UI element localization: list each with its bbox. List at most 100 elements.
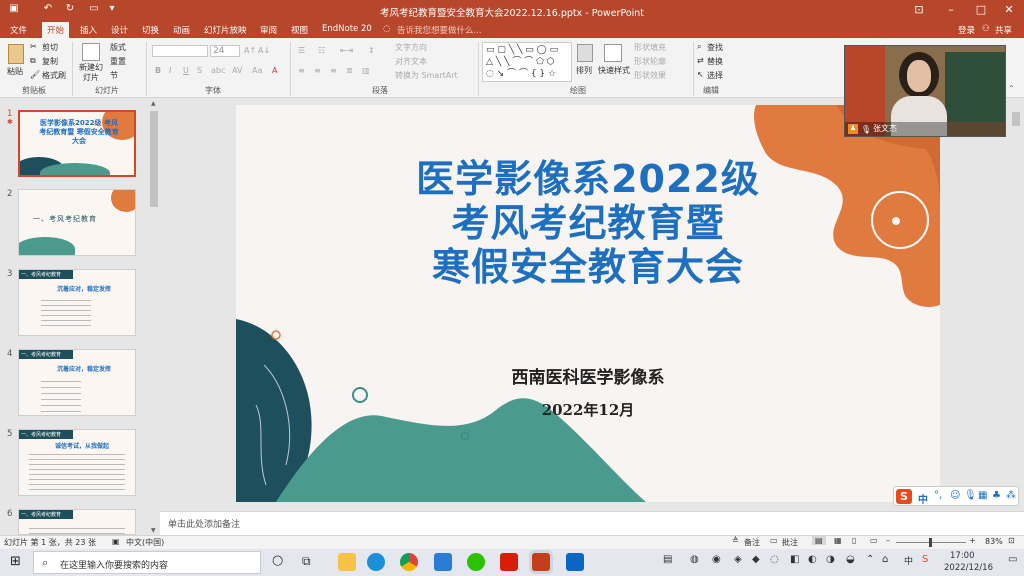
thumbnail-scrollbar[interactable]: ▲ ▼ [149,99,159,535]
windows-start-icon[interactable]: ⊞ [10,554,21,569]
bold-icon[interactable]: B [155,66,161,75]
arrange-icon[interactable] [577,44,593,62]
tray-app-icon[interactable]: ◉ [712,554,721,565]
quick-styles-icon[interactable] [604,44,622,62]
tray-app-icon[interactable]: ◍ [690,554,699,565]
tab-slideshow[interactable]: 幻灯片放映 [204,24,247,36]
quick-styles-button[interactable]: 快速样式 [598,65,630,76]
sogou-logo-icon[interactable]: S [896,489,912,504]
fit-slide-icon[interactable]: ⊡ [1008,536,1015,545]
layout-button[interactable]: 版式 [110,42,126,53]
wechat-icon[interactable] [467,553,485,571]
scroll-up-icon[interactable]: ▲ [151,100,156,107]
tray-app-icon[interactable]: ◐ [808,554,817,565]
maximize-icon[interactable]: □ [966,3,996,16]
format-painter-button[interactable]: 格式刷 [42,70,66,81]
smartart-button[interactable]: 转换为 SmartArt [395,70,458,81]
copy-button[interactable]: 复制 [42,56,58,67]
ribbon-display-icon[interactable]: ⊡ [904,3,934,16]
clock-time[interactable]: 17:00 [950,551,975,561]
shapes-gallery[interactable]: ▭ ▢ ╲ ╲ ▭ ◯ ▭ △ ╲ ╲ ⌒ ⌒ ⬠ ⬡ ◌ ↘ ⌒ ⌒ { } ☆ [482,42,572,82]
select-icon[interactable]: ↖ [697,70,704,79]
slide-canvas[interactable]: 医学影像系2022级 考风考纪教育暨 寒假安全教育大会 西南医科医学影像系 20… [236,105,940,502]
change-case-icon[interactable]: Aa [252,66,262,75]
slide-thumbnail[interactable]: 一、考风考纪教育 沉着应对，稳定发挥 [18,349,136,416]
tray-app-icon[interactable]: ◈ [734,554,742,565]
share-icon[interactable]: ⚇ [982,24,990,34]
paste-icon[interactable] [8,44,24,64]
slide-thumbnail[interactable]: 一、考风考纪教育 沉着应对，稳定发挥 [18,269,136,336]
strikethrough-icon[interactable]: abc [211,66,225,75]
cut-icon[interactable]: ✂ [30,42,37,51]
tab-animations[interactable]: 动画 [173,24,190,36]
line-spacing-icon[interactable]: ↕ [368,46,375,55]
shape-fill-button[interactable]: 形状填充 [634,42,666,53]
notes-icon[interactable]: ≜ [732,536,739,545]
shape-effects-button[interactable]: 形状效果 [634,70,666,81]
chrome-icon[interactable] [400,553,418,571]
tab-home[interactable]: 开始 [42,22,70,38]
zoom-in-icon[interactable]: + [969,536,976,545]
keyboard-icon[interactable]: ▦ [978,490,987,501]
align-text-button[interactable]: 对齐文本 [395,56,427,67]
shadow-icon[interactable]: S [197,66,202,75]
tab-transitions[interactable]: 切换 [142,24,159,36]
taskbar-search-placeholder[interactable]: 在这里输入你要搜索的内容 [60,558,168,571]
collapse-ribbon-icon[interactable]: ⌃ [1008,84,1015,93]
columns-icon[interactable]: ▥ [362,66,370,75]
notification-icon[interactable]: ▭ [1008,554,1017,565]
comments-toggle[interactable]: 批注 [782,537,798,548]
find-icon[interactable]: ⌕ [697,42,701,52]
tray-app-icon[interactable]: ▤ [663,554,672,565]
normal-view-icon[interactable]: ▤ [812,536,826,545]
font-name-field[interactable] [152,45,208,57]
toolbox-icon[interactable]: ⁂ [1006,490,1016,501]
cut-button[interactable]: 剪切 [42,42,58,53]
replace-button[interactable]: 替换 [707,56,723,67]
comments-icon[interactable]: ▭ [770,536,778,545]
shrink-font-icon[interactable]: A↓ [258,46,270,55]
tab-design[interactable]: 设计 [111,24,128,36]
voice-icon[interactable]: 🎙 [964,490,977,501]
main-scrollbar-thumb[interactable] [1012,112,1020,126]
tab-file[interactable]: 文件 [10,24,27,36]
indent-icon[interactable]: ⇤⇥ [340,46,353,55]
emoji-icon[interactable]: ☺ [950,490,960,501]
new-slide-button[interactable]: 新建幻灯片 [76,63,106,83]
tray-app-icon[interactable]: ◌ [770,554,779,565]
notes-toggle[interactable]: 备注 [744,537,760,548]
justify-icon[interactable]: ≣ [346,66,353,75]
sogou-tray-icon[interactable]: S [922,554,928,565]
align-center-icon[interactable]: ≡ [314,66,321,75]
font-size-field[interactable]: 24 [210,45,240,57]
tab-insert[interactable]: 插入 [80,24,97,36]
tab-view[interactable]: 视图 [291,24,308,36]
file-explorer-icon[interactable] [338,553,356,571]
select-button[interactable]: 选择 [707,70,723,81]
punctuation-icon[interactable]: °, [934,490,942,501]
slide-thumbnail[interactable]: 一、考风考纪教育 诚信考试，从我做起 [18,429,136,496]
login-link[interactable]: 登录 [958,24,975,36]
show-hidden-icons-icon[interactable]: ⌃ [866,554,874,565]
new-slide-icon[interactable] [82,43,100,61]
tray-app-icon[interactable]: ◆ [752,554,760,565]
ime-toolbar[interactable]: S 中 °, ☺ 🎙 ▦ ♣ ⁂ [893,486,1019,506]
mic-icon[interactable]: 🎙 [861,125,871,134]
copy-icon[interactable]: ⧉ [30,56,36,66]
edge-icon[interactable] [367,553,385,571]
reading-view-icon[interactable]: ▯ [852,536,856,545]
section-button[interactable]: 节 [110,70,118,81]
align-right-icon[interactable]: ≡ [330,66,337,75]
zoom-level[interactable]: 83% [985,537,1003,546]
network-icon[interactable]: ⌂ [882,554,888,565]
slide-thumbnail[interactable]: 一、考风考纪教育 [18,189,136,256]
tellme-search[interactable]: 告诉我您想要做什么... [397,24,482,36]
taskbar-search[interactable]: ⌕ 在这里输入你要搜索的内容 [33,551,261,574]
cortana-icon[interactable]: ○ [272,553,283,568]
minimize-icon[interactable]: – [936,3,966,16]
task-view-icon[interactable]: ⧉ [302,554,311,569]
format-painter-icon[interactable]: 🖌 [30,70,40,79]
powerpoint-icon[interactable] [532,553,550,571]
tray-app-icon[interactable]: ◑ [826,554,835,565]
numbering-icon[interactable]: ☷ [318,46,325,55]
